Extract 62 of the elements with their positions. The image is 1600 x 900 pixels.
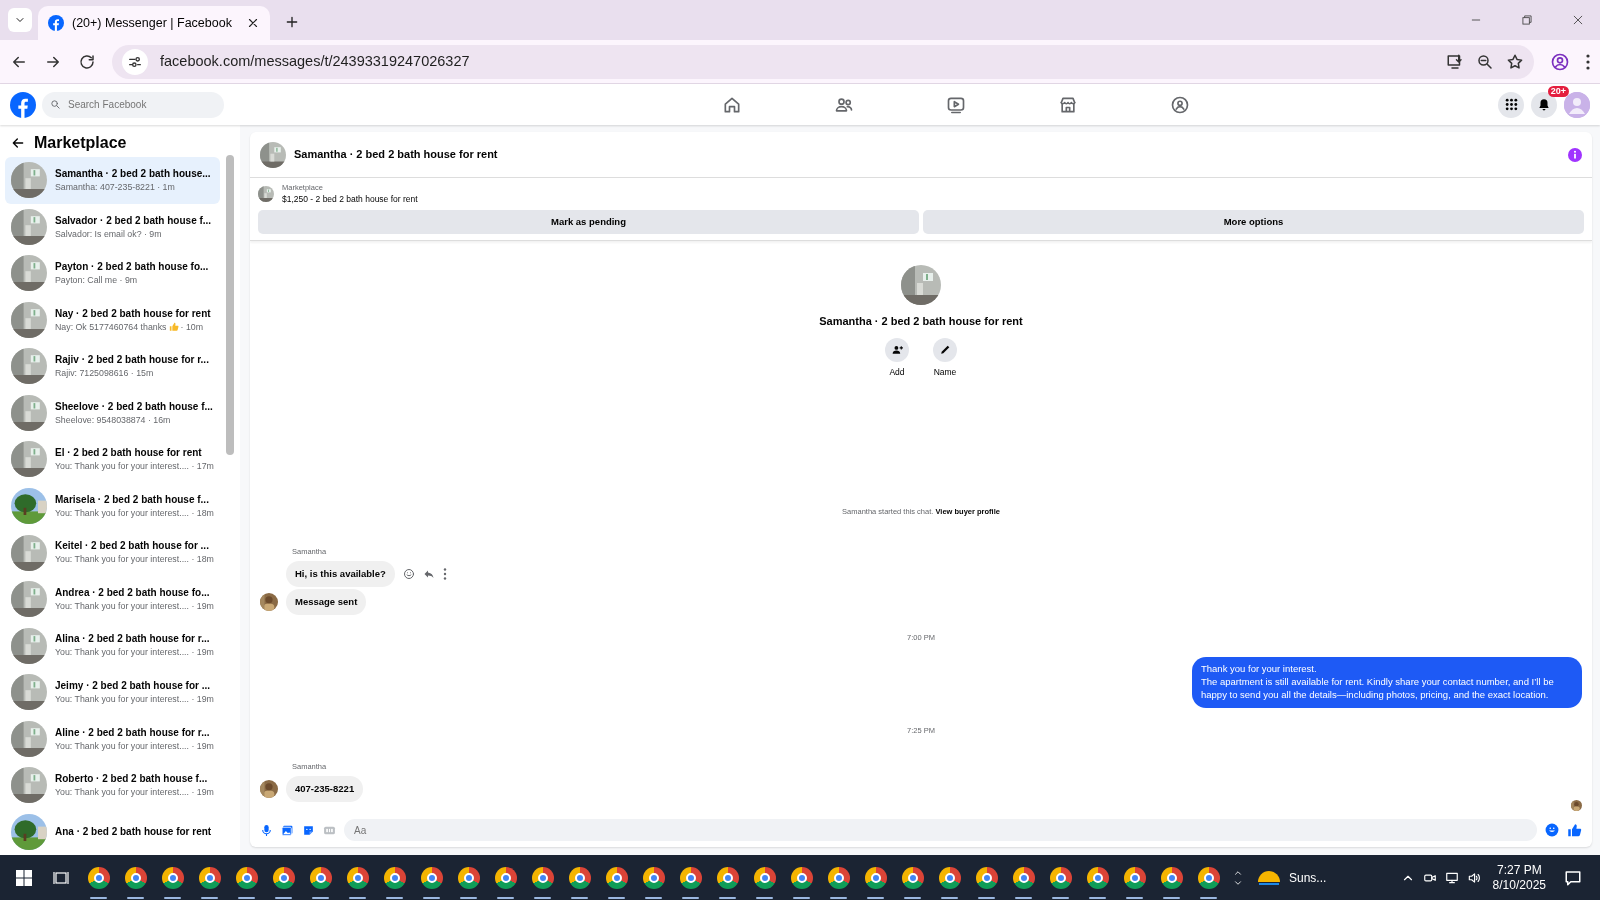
address-bar[interactable]: facebook.com/messages/t/24393319247026327 xyxy=(112,44,1534,79)
message-preview: You: Thank you for your interest.... xyxy=(55,694,189,704)
conversation-item[interactable]: Keitel · 2 bed 2 bath house for ... You: Thank you for your interest.... · 18m xyxy=(5,529,220,576)
message-time: · 19m xyxy=(191,787,214,798)
message-bubble: 407-235-8221 xyxy=(286,775,364,802)
conversation-item[interactable]: Nay · 2 bed 2 bath house for rent Nay: Ok 5177460764 thanks · 10m xyxy=(5,296,220,344)
message-time: · 1m xyxy=(157,182,175,193)
listing-title: $1,250 - 2 bed 2 bath house for rent xyxy=(282,193,418,206)
conversation-item[interactable]: Ana · 2 bed 2 bath house for rent xyxy=(5,808,220,855)
url-text: facebook.com/messages/t/24393319247026327 xyxy=(160,51,470,71)
conversation-item[interactable]: Payton · 2 bed 2 bath house fo... Payton: Call me · 9m xyxy=(5,250,220,297)
message-preview: You: Thank you for your interest.... xyxy=(55,461,189,472)
conversation-item[interactable]: Alina · 2 bed 2 bath house for r... You: Thank you for your interest.... · 19m xyxy=(5,622,220,669)
message-preview: You: Thank you for your interest.... xyxy=(55,740,189,751)
action-button[interactable]: Mark as pending xyxy=(258,210,919,234)
message-preview: You: Thank you for your interest.... xyxy=(55,647,189,658)
message-preview: Payton: Call me xyxy=(55,275,118,286)
message-time: · 16m xyxy=(147,414,171,425)
message-preview: You: Thank you for your interest.... xyxy=(55,600,189,611)
message-preview: You: Thank you for your interest.... xyxy=(55,787,189,798)
conversation-item[interactable]: Jeimy · 2 bed 2 bath house for ... You: Thank you for your interest.... · 19m xyxy=(5,668,220,716)
message-preview: Sheelove: 9548038874 xyxy=(55,414,146,425)
message-preview: You: Thank you for your interest.... xyxy=(55,507,189,518)
message-preview: Salvador: Is email ok? xyxy=(55,228,142,239)
message-time: · 9m xyxy=(119,275,138,286)
weather-button[interactable]: Suns... xyxy=(1257,865,1327,890)
message-time: · 19m xyxy=(191,647,214,658)
message-bubble: Message sent xyxy=(286,589,367,616)
search-field[interactable]: Search Facebook xyxy=(42,91,224,118)
message-time: · 10m xyxy=(180,321,203,332)
message-time: · 19m xyxy=(191,600,214,611)
message-input[interactable]: Aa xyxy=(344,819,1537,841)
message-time: · 15m xyxy=(130,368,154,379)
message-time: · 19m xyxy=(191,694,214,704)
message-time: · 19m xyxy=(191,740,214,751)
profile-name: Samantha · 2 bed 2 bath house for rent xyxy=(819,314,1023,329)
message-time: · 17m xyxy=(191,461,214,472)
conversation-item[interactable]: Salvador · 2 bed 2 bath house f... Salvador: Is email ok? · 9m xyxy=(5,203,220,251)
browser-tab[interactable]: (20+) Messenger | Facebook xyxy=(38,6,270,40)
conversation-item[interactable]: Roberto · 2 bed 2 bath house f... You: Thank you for your interest.... · 19m xyxy=(5,761,220,809)
notification-count: 20+ xyxy=(1547,85,1569,98)
chat-title: Samantha · 2 bed 2 bath house for rent xyxy=(294,147,498,163)
message-bubble: Thank you for your interest. The apartment is still available for rent. Kindly share your contact number, and I’ll be happy to send you all the details—including photos, pricing, and the exact location. xyxy=(1192,657,1582,708)
conversation-item[interactable]: Samantha · 2 bed 2 bath house... Samantha: 407-235-8221 · 1m xyxy=(5,157,220,204)
sidebar-title: Marketplace xyxy=(34,133,127,153)
message-preview: Nay: Ok 5177460764 thanks xyxy=(55,321,167,332)
conversation-item[interactable]: Andrea · 2 bed 2 bath house fo... You: Thank you for your interest.... · 19m xyxy=(5,575,220,623)
message-preview: You: Thank you for your interest.... xyxy=(55,554,189,565)
conversation-item[interactable]: El · 2 bed 2 bath house for rent You: Thank you for your interest.... · 17m xyxy=(5,436,220,483)
message-time: · 9m xyxy=(144,228,162,239)
message-time: · 18m xyxy=(191,507,214,518)
message-time: · 18m xyxy=(191,554,214,565)
conversation-item[interactable]: Marisela · 2 bed 2 bath house f... You: Thank you for your interest.... · 18m xyxy=(5,482,220,530)
message-preview: Samantha: 407-235-8221 xyxy=(55,182,155,193)
message-bubble: Hi, is this available? xyxy=(286,560,395,588)
conversation-item[interactable]: Sheelove · 2 bed 2 bath house f... Sheelove: 9548038874 · 16m xyxy=(5,389,220,437)
search-input[interactable]: Search Facebook xyxy=(66,96,206,113)
action-button[interactable]: More options xyxy=(923,210,1584,234)
message-preview: Rajiv: 7125098616 xyxy=(55,368,129,379)
conversation-item[interactable]: Aline · 2 bed 2 bath house for r... You: Thank you for your interest.... · 19m xyxy=(5,715,220,762)
clock-button[interactable]: 7:27 PM 8/10/2025 xyxy=(1492,862,1546,893)
conversation-item[interactable]: Rajiv · 2 bed 2 bath house for r... Rajiv: 7125098616 · 15m xyxy=(5,343,220,390)
